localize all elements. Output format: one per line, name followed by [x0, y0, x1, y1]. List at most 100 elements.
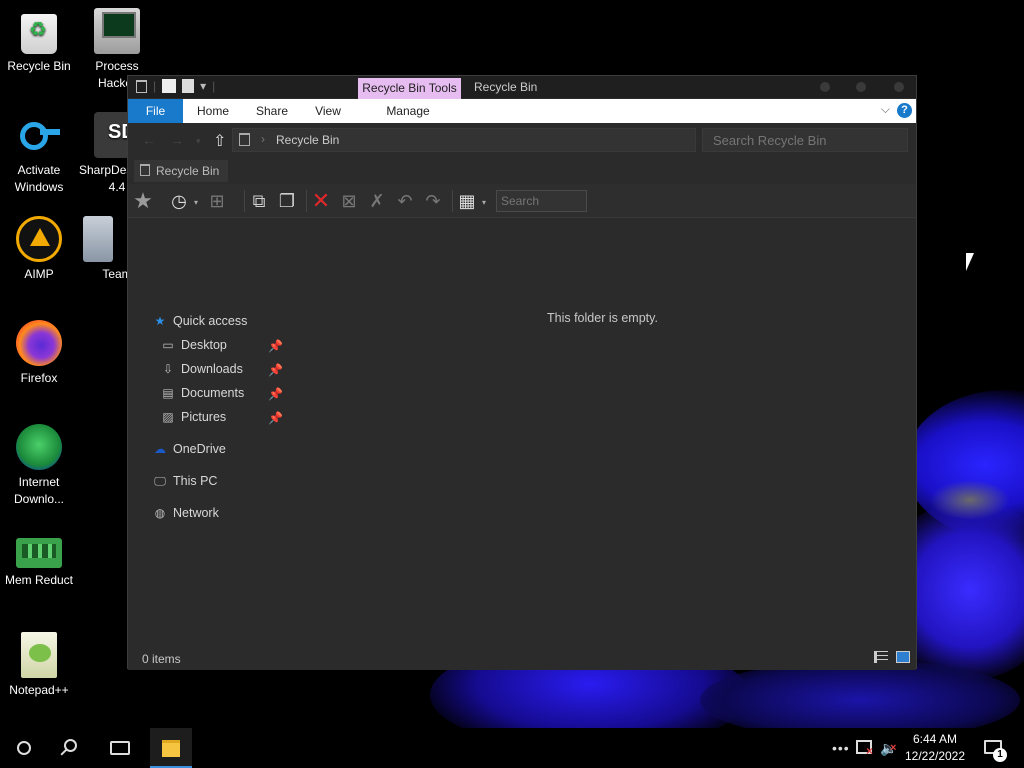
tab-manage[interactable]: Manage: [373, 99, 443, 123]
pin-icon[interactable]: 📌: [268, 359, 283, 381]
close-button[interactable]: [894, 82, 904, 92]
pin-icon[interactable]: 📌: [268, 335, 283, 357]
content-area: ★ Quick access ▭ Desktop 📌 ⇩ Downloads 📌…: [128, 219, 916, 644]
desktop-icon-firefox[interactable]: Firefox: [1, 320, 77, 387]
star-icon: ★: [154, 314, 166, 328]
clock-date: 12/22/2022: [904, 749, 966, 763]
desktop-icon-internet-download-manager[interactable]: Internet Downlo...: [1, 424, 77, 508]
tab-file[interactable]: File: [128, 99, 183, 123]
nav-item-network[interactable]: ◍ Network: [128, 502, 296, 524]
delete-icon[interactable]: ✕: [310, 190, 332, 212]
back-arrow-icon[interactable]: ←: [142, 132, 156, 148]
expand-ribbon-chevron-icon[interactable]: ⌵: [881, 102, 890, 117]
desktop-icon-label: Firefox: [20, 371, 58, 385]
desktop-icon-label: AIMP: [24, 267, 54, 281]
forward-arrow-icon[interactable]: →: [170, 132, 184, 148]
windows-logo-icon[interactable]: ⊞: [206, 190, 228, 212]
nav-item-pictures[interactable]: ▨ Pictures 📌: [128, 406, 296, 428]
pin-icon[interactable]: 📌: [268, 383, 283, 405]
help-icon[interactable]: ?: [897, 103, 912, 118]
desktop-icon-label: Internet Downlo...: [13, 475, 65, 506]
search-input[interactable]: [702, 128, 908, 152]
nav-item-documents[interactable]: ▤ Documents 📌: [128, 382, 296, 404]
desktop-icon-notepad-plus-plus[interactable]: Notepad++: [1, 632, 77, 699]
start-button[interactable]: [17, 741, 31, 755]
minimize-button[interactable]: [820, 82, 830, 92]
process-hacker-icon: [94, 8, 140, 54]
notification-count-badge: 1: [993, 748, 1007, 762]
pin-icon[interactable]: 📌: [268, 407, 283, 429]
properties-icon[interactable]: [162, 79, 177, 93]
picture-icon: ▨: [162, 410, 174, 424]
toolbar-search-input[interactable]: [496, 190, 587, 212]
nav-item-label: Quick access: [173, 314, 248, 328]
separator: |: [212, 79, 216, 93]
history-clock-icon[interactable]: ◷: [168, 190, 190, 212]
desktop-icon-mem-reduct[interactable]: Mem Reduct: [1, 528, 77, 589]
breadcrumb-recycle-bin[interactable]: Recycle Bin: [276, 133, 339, 147]
volume-muted-icon[interactable]: 🔈: [880, 740, 897, 757]
show-hidden-icons-button[interactable]: •••: [832, 740, 850, 756]
breadcrumb-chevron-icon[interactable]: ›: [261, 132, 265, 146]
empty-folder-message: This folder is empty.: [547, 311, 658, 325]
permanently-delete-icon[interactable]: ✗: [366, 190, 388, 212]
cloud-icon: ☁: [154, 442, 166, 456]
nav-item-downloads[interactable]: ⇩ Downloads 📌: [128, 358, 296, 380]
restore-item-icon[interactable]: ↶: [394, 190, 416, 212]
nav-item-this-pc[interactable]: 🖵 This PC: [128, 470, 296, 492]
desktop-icon-recycle-bin[interactable]: Recycle Bin: [1, 8, 77, 75]
address-bar[interactable]: › Recycle Bin ▾ ↻: [232, 128, 791, 152]
mouse-cursor-icon: [966, 253, 974, 271]
nav-item-quick-access[interactable]: ★ Quick access: [128, 310, 296, 332]
chevron-down-icon[interactable]: ▾: [200, 79, 206, 93]
file-explorer-taskbar-button[interactable]: [150, 728, 192, 768]
desktop-icon-label: Recycle Bin: [7, 59, 71, 73]
quick-access-toolbar: | ▾ |: [136, 79, 215, 93]
favorites-star-icon[interactable]: ★: [132, 190, 154, 212]
network-icon: ◍: [154, 506, 166, 520]
folder-tab-label: Recycle Bin: [156, 164, 220, 178]
details-view-icon[interactable]: [874, 651, 888, 663]
mem-reduct-icon: [16, 538, 62, 568]
restore-all-icon[interactable]: ↷: [422, 190, 444, 212]
ribbon-tabs: File Home Share View Manage ⌵ ?: [128, 99, 916, 123]
view-options-chevron-icon[interactable]: ▾: [482, 198, 488, 207]
computer-icon: 🖵: [154, 474, 166, 488]
recycle-bin-icon: [140, 164, 150, 176]
desktop-icon-aimp[interactable]: AIMP: [1, 216, 77, 283]
tab-share[interactable]: Share: [248, 99, 296, 123]
taskbar: ••• 🔈 6:44 AM 12/22/2022 1: [0, 728, 1024, 768]
move-to-icon[interactable]: ❐: [276, 190, 298, 212]
nav-item-label: This PC: [173, 474, 218, 488]
maximize-button[interactable]: [856, 82, 866, 92]
nav-item-desktop[interactable]: ▭ Desktop 📌: [128, 334, 296, 356]
wallpaper-glow: [930, 480, 1010, 520]
title-bar[interactable]: | ▾ | Recycle Bin Tools Recycle Bin: [128, 76, 916, 100]
folder-tab-recycle-bin[interactable]: Recycle Bin: [134, 160, 228, 182]
internet-download-manager-icon: [16, 424, 62, 470]
clock[interactable]: 6:44 AM 12/22/2022: [902, 731, 968, 765]
tab-home[interactable]: Home: [188, 99, 238, 123]
recent-locations-chevron-icon[interactable]: ▾: [196, 136, 201, 147]
separator: |: [153, 79, 157, 93]
key-icon: [16, 112, 62, 158]
window-title: Recycle Bin: [474, 80, 538, 94]
up-arrow-icon[interactable]: ⇧: [213, 131, 226, 151]
network-disconnected-icon[interactable]: [856, 740, 873, 758]
nav-item-label: Documents: [181, 386, 245, 400]
new-folder-icon[interactable]: [182, 79, 195, 93]
large-icons-view-icon[interactable]: [896, 651, 910, 663]
desktop-icon-activate-windows[interactable]: Activate Windows: [1, 112, 77, 196]
nav-item-onedrive[interactable]: ☁ OneDrive: [128, 438, 296, 460]
history-dropdown-chevron-icon[interactable]: ▾: [194, 198, 200, 207]
copy-to-icon[interactable]: ⧉: [248, 190, 270, 212]
tab-strip: Recycle Bin: [128, 158, 916, 182]
document-icon: ▤: [162, 386, 174, 400]
view-options-icon[interactable]: ▦: [456, 190, 478, 212]
search-icon[interactable]: [64, 739, 77, 752]
tab-view[interactable]: View: [306, 99, 350, 123]
desktop-icon-label: Activate Windows: [14, 163, 64, 194]
nav-item-label: Downloads: [181, 362, 243, 376]
empty-bin-icon[interactable]: ⊠: [338, 190, 360, 212]
task-view-icon[interactable]: [110, 741, 130, 755]
